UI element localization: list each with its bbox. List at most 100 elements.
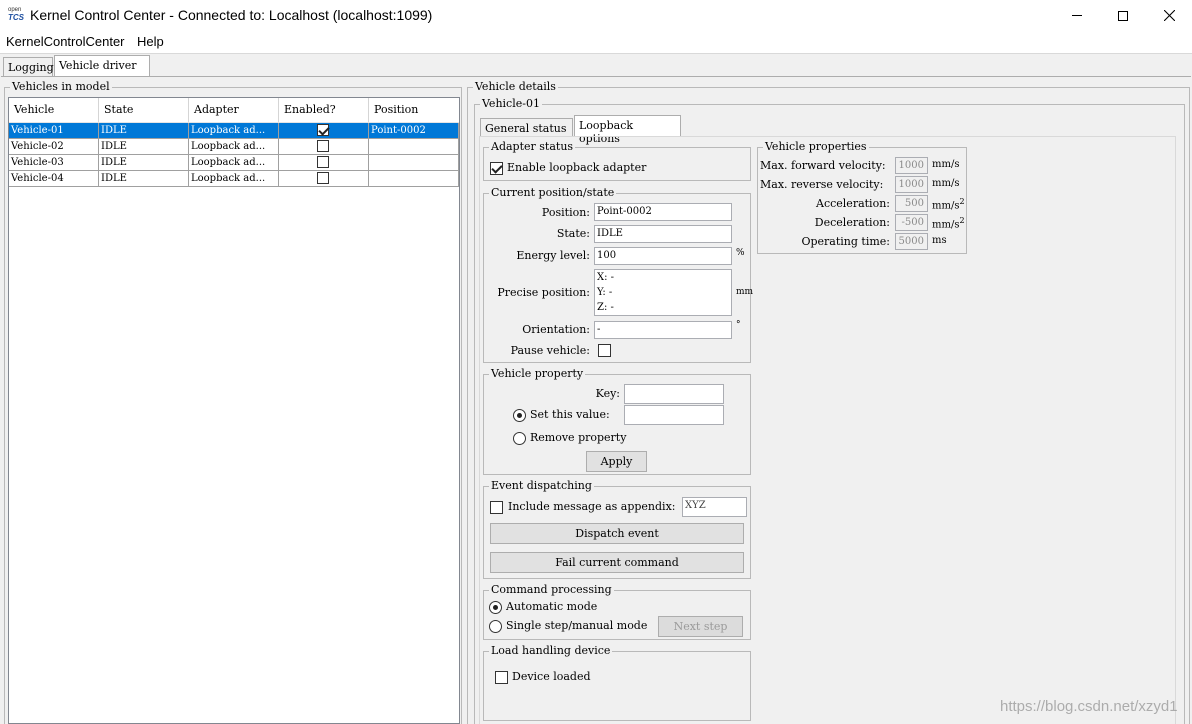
watermark: https://blog.csdn.net/xzyd1 <box>1000 698 1178 715</box>
acceleration-field[interactable]: 500 <box>895 195 928 212</box>
enable-loopback-checkbox[interactable] <box>490 162 503 175</box>
apply-button[interactable]: Apply <box>586 451 647 472</box>
load-handling-group: Load handling device <box>483 644 751 721</box>
max-forward-velocity-unit: mm/s <box>932 159 960 170</box>
window-title: Kernel Control Center - Connected to: Lo… <box>30 7 433 23</box>
table-row[interactable]: Vehicle-01 IDLE Loopback ad... Point-0002 <box>9 123 459 139</box>
automatic-mode-label: Automatic mode <box>506 600 598 613</box>
table-cell-adapter[interactable]: Loopback ad... <box>189 171 279 187</box>
close-button[interactable] <box>1146 0 1192 31</box>
table-cell-vehicle[interactable]: Vehicle-04 <box>9 171 99 187</box>
table-cell-adapter[interactable]: Loopback ad... <box>189 139 279 155</box>
table-cell-enabled[interactable] <box>279 139 369 155</box>
table-cell-enabled[interactable] <box>279 171 369 187</box>
set-value-radio[interactable] <box>513 409 526 422</box>
menu-divider <box>0 53 1192 54</box>
table-header: Vehicle State Adapter Enabled? Position <box>9 98 459 123</box>
table-row[interactable]: Vehicle-04 IDLE Loopback ad... <box>9 171 459 187</box>
enabled-checkbox[interactable] <box>317 156 329 168</box>
minimize-button[interactable] <box>1054 0 1100 31</box>
enabled-checkbox[interactable] <box>317 172 329 184</box>
table-cell-adapter[interactable]: Loopback ad... <box>189 123 279 139</box>
table-cell-state[interactable]: IDLE <box>99 155 189 171</box>
key-label: Key: <box>595 387 620 400</box>
dispatch-event-button[interactable]: Dispatch event <box>490 523 744 544</box>
state-label: State: <box>556 227 590 240</box>
column-enabled[interactable]: Enabled? <box>279 98 369 122</box>
enabled-checkbox[interactable] <box>317 124 329 136</box>
max-forward-velocity-field[interactable]: 1000 <box>895 157 928 174</box>
single-step-radio[interactable] <box>489 620 502 633</box>
table-cell-position[interactable] <box>369 155 459 171</box>
table-cell-enabled[interactable] <box>279 123 369 139</box>
set-value-label: Set this value: <box>530 408 610 421</box>
minimize-icon <box>1072 15 1082 16</box>
table-cell-position[interactable] <box>369 139 459 155</box>
table-row[interactable]: Vehicle-02 IDLE Loopback ad... <box>9 139 459 155</box>
deceleration-field[interactable]: -500 <box>895 214 928 231</box>
column-vehicle[interactable]: Vehicle <box>9 98 99 122</box>
table-cell-state[interactable]: IDLE <box>99 139 189 155</box>
table-cell-vehicle[interactable]: Vehicle-03 <box>9 155 99 171</box>
energy-field[interactable]: 100 <box>594 247 732 265</box>
remove-property-label: Remove property <box>530 431 627 444</box>
tab-logging[interactable]: Logging <box>3 57 54 76</box>
operating-time-field[interactable]: 5000 <box>895 233 928 250</box>
position-field[interactable]: Point-0002 <box>594 203 732 221</box>
set-value-field[interactable] <box>624 405 724 425</box>
maximize-button[interactable] <box>1100 0 1146 31</box>
enable-loopback-label: Enable loopback adapter <box>507 161 647 174</box>
max-reverse-velocity-label: Max. reverse velocity: <box>760 178 884 191</box>
orientation-field[interactable]: - <box>594 321 732 339</box>
table-cell-adapter[interactable]: Loopback ad... <box>189 155 279 171</box>
tab-general-status[interactable]: General status <box>480 118 573 137</box>
max-forward-velocity-label: Max. forward velocity: <box>760 159 886 172</box>
deceleration-unit: mm/s2 <box>932 216 965 231</box>
fail-command-button[interactable]: Fail current command <box>490 552 744 573</box>
pause-vehicle-checkbox[interactable] <box>598 344 611 357</box>
next-step-button[interactable]: Next step <box>658 616 743 637</box>
pause-vehicle-label: Pause vehicle: <box>510 344 590 357</box>
table-cell-state[interactable]: IDLE <box>99 171 189 187</box>
precise-position-unit: mm <box>736 287 754 297</box>
tab-content-border <box>1 76 1191 77</box>
menu-help[interactable]: Help <box>137 34 164 49</box>
tab-vehicle-driver[interactable]: Vehicle driver <box>54 55 150 76</box>
vehicle-details-title: Vehicle details <box>473 80 558 93</box>
appendix-field[interactable]: XYZ <box>682 497 747 517</box>
menu-kernelcontrolcenter[interactable]: KernelControlCenter <box>6 34 125 49</box>
table-cell-state[interactable]: IDLE <box>99 123 189 139</box>
table-cell-position[interactable] <box>369 171 459 187</box>
enabled-checkbox[interactable] <box>317 140 329 152</box>
device-loaded-checkbox[interactable] <box>495 671 508 684</box>
table-cell-enabled[interactable] <box>279 155 369 171</box>
maximize-icon <box>1118 10 1128 21</box>
tab-loopback-options[interactable]: Loopback options <box>574 115 681 145</box>
column-state[interactable]: State <box>99 98 189 122</box>
single-step-label: Single step/manual mode <box>506 619 648 632</box>
operating-time-label: Operating time: <box>801 235 890 248</box>
vehicle-name: Vehicle-01 <box>480 97 542 110</box>
table-row[interactable]: Vehicle-03 IDLE Loopback ad... <box>9 155 459 171</box>
deceleration-label: Deceleration: <box>814 216 890 229</box>
column-position[interactable]: Position <box>369 98 459 122</box>
max-reverse-velocity-field[interactable]: 1000 <box>895 176 928 193</box>
include-message-checkbox[interactable] <box>490 501 503 514</box>
vehicles-table: Vehicle State Adapter Enabled? Position … <box>8 97 460 724</box>
max-reverse-velocity-unit: mm/s <box>932 178 960 189</box>
acceleration-unit: mm/s2 <box>932 197 965 212</box>
table-cell-vehicle[interactable]: Vehicle-01 <box>9 123 99 139</box>
operating-time-unit: ms <box>932 235 947 246</box>
table-cell-position[interactable]: Point-0002 <box>369 123 459 139</box>
remove-property-radio[interactable] <box>513 432 526 445</box>
app-logo-icon: open TCS <box>8 7 24 22</box>
table-cell-vehicle[interactable]: Vehicle-02 <box>9 139 99 155</box>
state-field[interactable]: IDLE <box>594 225 732 243</box>
title-bar: open TCS Kernel Control Center - Connect… <box>0 0 1192 31</box>
automatic-mode-radio[interactable] <box>489 601 502 614</box>
orientation-label: Orientation: <box>522 323 590 336</box>
column-adapter[interactable]: Adapter <box>189 98 279 122</box>
key-field[interactable] <box>624 384 724 404</box>
position-label: Position: <box>541 206 590 219</box>
precise-position-field[interactable]: X: - Y: - Z: - <box>594 269 732 316</box>
